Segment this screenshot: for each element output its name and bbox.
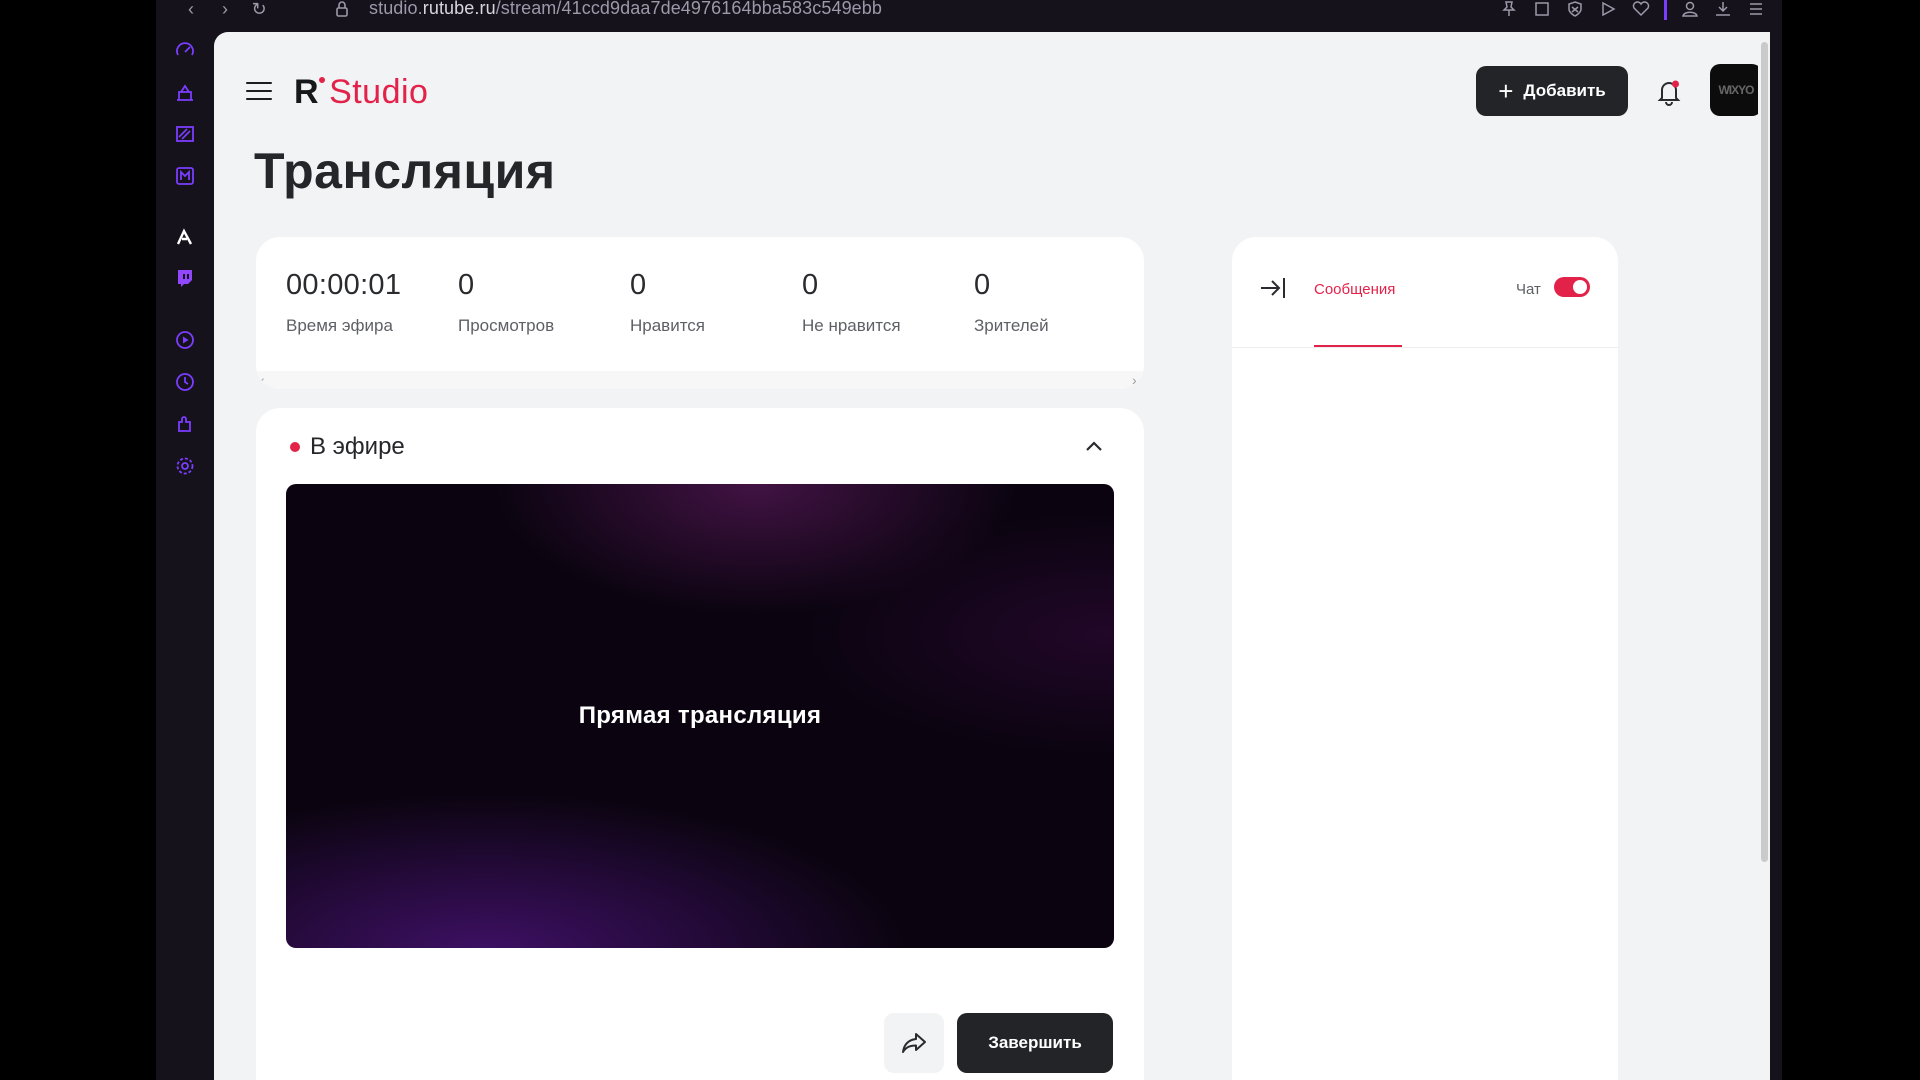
stat-label: Нравится [630, 316, 706, 335]
chevron-up-icon[interactable] [1084, 436, 1104, 456]
play-icon[interactable] [1598, 1, 1618, 17]
tab-messages[interactable]: Сообщения [1314, 281, 1395, 298]
plus-icon: + [1498, 76, 1514, 106]
browser-toolbar: ‹ › ↻ studio.rutube.ru/stream/41ccd9daa7… [156, 0, 1782, 32]
chat-header-divider [1232, 347, 1618, 348]
url-domain: rutube.ru [422, 0, 496, 18]
stat-value: 0 [630, 269, 647, 301]
hamburger-menu-icon[interactable] [246, 82, 272, 104]
pin-icon[interactable] [1499, 1, 1519, 17]
stat-value: 0 [974, 269, 991, 301]
stat-label: Не нравится [802, 316, 901, 335]
wallet-icon[interactable] [174, 82, 196, 104]
settings-icon[interactable] [174, 455, 196, 477]
reload-icon[interactable]: ↻ [242, 0, 276, 18]
browser-window: ‹ › ↻ studio.rutube.ru/stream/41ccd9daa7… [156, 0, 1782, 1080]
stat-label: Зрителей [974, 316, 1049, 335]
stat-label: Время эфира [286, 316, 393, 335]
url-prefix: studio. [369, 0, 423, 18]
avatar[interactable]: WIXYO [1710, 64, 1762, 116]
heart-icon[interactable] [1631, 1, 1651, 17]
add-button[interactable]: + Добавить [1476, 66, 1628, 116]
page-title: Трансляция [254, 143, 556, 199]
browser-nav: ‹ › ↻ [174, 0, 276, 18]
live-stream-card: В эфире Прямая трансляция Завершить [256, 408, 1144, 1080]
stat-views: 0 Просмотров [458, 269, 554, 336]
shield-icon[interactable] [1565, 1, 1585, 17]
player-icon[interactable] [174, 329, 196, 351]
notification-bell-icon[interactable] [1654, 77, 1684, 107]
lock-icon[interactable] [332, 0, 352, 18]
profile-icon[interactable] [1680, 1, 1700, 17]
extensions-icon[interactable] [174, 413, 196, 435]
back-icon[interactable]: ‹ [174, 0, 208, 18]
stat-value: 00:00:01 [286, 269, 402, 301]
history-icon[interactable] [174, 371, 196, 393]
stat-likes: 0 Нравится [630, 269, 705, 336]
download-icon[interactable] [1713, 1, 1733, 17]
share-icon [902, 1033, 926, 1053]
stat-viewers: 0 Зрителей [974, 269, 1049, 336]
share-button[interactable] [884, 1013, 944, 1073]
screenshot-icon[interactable] [1532, 1, 1552, 17]
scroll-left-icon[interactable]: ‹ [260, 373, 265, 387]
stats-scroll-track[interactable] [256, 371, 1144, 389]
stat-value: 0 [802, 269, 819, 301]
stat-value: 0 [458, 269, 475, 301]
messenger-icon[interactable] [174, 165, 196, 187]
url-path: /stream/41ccd9daa7de4976164bba583c549ebb [495, 0, 883, 18]
stream-stats-card: 00:00:01 Время эфира 0 Просмотров 0 Нрав… [256, 237, 1144, 389]
app-icon[interactable] [174, 226, 196, 248]
live-indicator-dot [290, 442, 300, 452]
chat-panel: Сообщения Чат [1232, 237, 1618, 1080]
stat-label: Просмотров [458, 316, 555, 335]
scroll-right-icon[interactable]: › [1132, 373, 1137, 387]
stat-dislikes: 0 Не нравится [802, 269, 901, 336]
browser-extensions [1499, 0, 1766, 20]
forward-icon[interactable]: › [208, 0, 242, 18]
live-status-label: В эфире [310, 433, 405, 460]
page-content: R Studio + Добавить WIXYO Трансляция 00:… [214, 32, 1770, 1080]
browser-sidebar [156, 32, 214, 1080]
rutube-studio-logo[interactable]: R Studio [294, 70, 428, 114]
stream-preview-player[interactable]: Прямая трансляция [286, 484, 1114, 948]
speed-dial-icon[interactable] [174, 40, 196, 62]
page-scrollbar[interactable] [1758, 32, 1770, 1080]
logo-r: R [294, 72, 326, 111]
player-label: Прямая трансляция [578, 702, 822, 729]
news-icon[interactable] [174, 123, 196, 145]
add-button-label: Добавить [1523, 81, 1606, 100]
chat-toggle[interactable] [1554, 277, 1590, 297]
finish-stream-button[interactable]: Завершить [957, 1013, 1113, 1073]
logo-studio: Studio [329, 72, 429, 111]
collapse-panel-icon[interactable] [1258, 273, 1288, 303]
stat-airtime: 00:00:01 Время эфира [286, 269, 401, 336]
twitch-icon[interactable] [174, 267, 196, 289]
menu-icon[interactable] [1746, 1, 1766, 17]
live-status: В эфире [290, 433, 405, 461]
scrollbar-thumb[interactable] [1761, 42, 1768, 862]
toolbar-separator [1664, 0, 1667, 20]
address-bar[interactable]: studio.rutube.ru/stream/41ccd9daa7de4976… [369, 0, 882, 18]
chat-toggle-label: Чат [1516, 281, 1541, 298]
